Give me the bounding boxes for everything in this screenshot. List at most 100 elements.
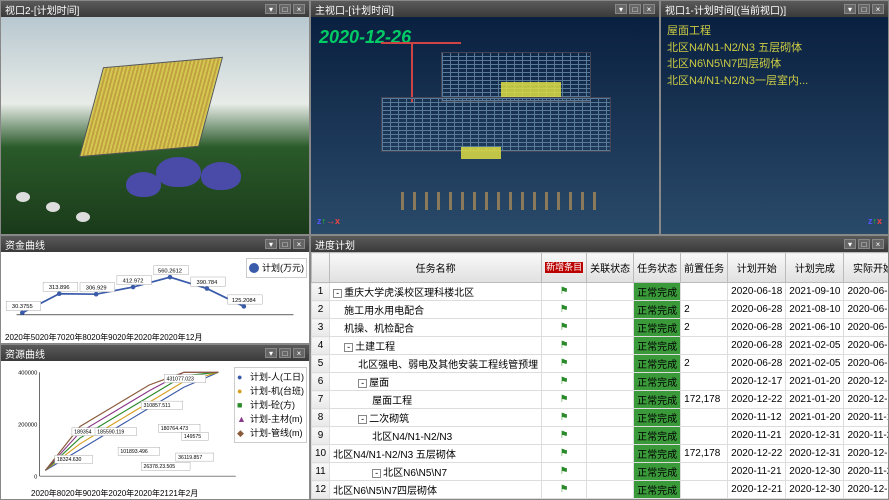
viewport-3d[interactable] [1,17,309,234]
close-icon[interactable]: × [872,4,884,14]
maximize-icon[interactable]: □ [279,4,291,14]
close-icon[interactable]: × [293,239,305,249]
panel-header[interactable]: 视口1-计划时间[(当前视口)] ▾ □ × [661,1,888,17]
tree-toggle-icon[interactable]: - [358,415,367,424]
task-status: 正常完成 [634,481,681,499]
table-row[interactable]: 12北区N6\N5\N7四层砌体⚑正常完成2020-12-212020-12-3… [312,481,889,499]
schedule-panel: 进度计划 ▾ □ × 任务名称新增条目关联状态任务状态前置任务计划开始计划完成实… [310,235,889,500]
maximize-icon[interactable]: □ [279,348,291,358]
tree-toggle-icon[interactable]: - [333,289,342,298]
axis-gizmo-icon[interactable]: z↑x [868,216,882,226]
task-status: 正常完成 [634,463,681,481]
table-row[interactable]: 4-土建工程⚑正常完成2020-06-282021-02-052020-06-2… [312,337,889,355]
task-name: 机操、机检配合 [330,319,542,337]
fund-chart[interactable]: 30.3755313.896306.929412.972560.2612390.… [1,252,309,343]
date-cell: 2 [681,355,728,373]
date-cell: 2021-09-10 [786,283,844,301]
col-header[interactable]: 新增条目 [542,253,587,283]
col-header[interactable]: 任务名称 [330,253,542,283]
pin-icon[interactable]: ▾ [615,4,627,14]
close-icon[interactable]: × [293,348,305,358]
add-item-button[interactable]: 新增条目 [545,262,583,274]
col-header[interactable]: 前置任务 [681,253,728,283]
col-header[interactable]: 计划完成 [786,253,844,283]
flag-icon: ⚑ [560,394,569,405]
svg-text:400000: 400000 [18,371,37,377]
date-cell: 2020-06-28 [728,337,786,355]
table-row[interactable]: 9北区N4/N1-N2/N3⚑正常完成2020-11-212020-12-312… [312,427,889,445]
pin-icon[interactable]: ▾ [265,4,277,14]
row-index: 6 [312,373,330,391]
task-name: -二次砌筑 [330,409,542,427]
panel-header[interactable]: 资源曲线 ▾ □ × [1,345,309,361]
dish-model [16,192,30,202]
table-row[interactable]: 11-北区N6\N5\N7⚑正常完成2020-11-212020-12-3020… [312,463,889,481]
table-row[interactable]: 5北区强电、弱电及其他安装工程线管预埋⚑正常完成22020-06-282021-… [312,355,889,373]
maximize-icon[interactable]: □ [858,239,870,249]
date-cell: 2020-11-21 [728,463,786,481]
pin-icon[interactable]: ▾ [265,348,277,358]
date-cell: 2020-11-12 [844,409,888,427]
pin-icon[interactable]: ▾ [844,4,856,14]
panel-header[interactable]: 视口2-[计划时间] ▾ □ × [1,1,309,17]
date-cell: 2020-06-28 [728,319,786,337]
panel-header[interactable]: 进度计划 ▾ □ × [311,236,888,252]
date-stamp: 2020-12-26 [319,27,411,48]
table-row[interactable]: 10北区N4/N1-N2/N3 五层砌体⚑正常完成172,1782020-12-… [312,445,889,463]
task-name: 北区N4/N1-N2/N3 [330,427,542,445]
x-axis-label: 2020年5020年7020年8020年9020年2020年2020年12月 [5,332,202,343]
flag-icon: ⚑ [560,412,569,423]
row-index: 12 [312,481,330,499]
date-cell: 172,178 [681,391,728,409]
col-header[interactable]: 计划开始 [728,253,786,283]
table-row[interactable]: 1-重庆大学虎溪校区理科楼北区⚑正常完成2020-06-182021-09-10… [312,283,889,301]
col-header[interactable]: 关联状态 [587,253,634,283]
close-icon[interactable]: × [293,4,305,14]
table-row[interactable]: 8-二次砌筑⚑正常完成2020-11-122021-01-202020-11-1… [312,409,889,427]
table-row[interactable]: 6-屋面⚑正常完成2020-12-172021-01-202020-12-172… [312,373,889,391]
legend-item: ●计划-机(台班) [237,384,304,397]
link-status [587,283,634,301]
panel-header[interactable]: 主视口-[计划时间] ▾ □ × [311,1,659,17]
table-row[interactable]: 3机操、机检配合⚑正常完成22020-06-282021-06-102020-0… [312,319,889,337]
col-header[interactable]: 任务状态 [634,253,681,283]
link-status [587,409,634,427]
table-row[interactable]: 2施工用水用电配合⚑正常完成22020-06-282021-08-102020-… [312,301,889,319]
axis-gizmo-icon[interactable]: z↑→x [317,216,340,226]
tree-toggle-icon[interactable]: - [358,379,367,388]
date-cell: 2021-06-10 [786,319,844,337]
table-row[interactable]: 7屋面工程⚑正常完成172,1782020-12-222021-01-20202… [312,391,889,409]
maximize-icon[interactable]: □ [279,239,291,249]
date-cell: 2020-11-21 [844,463,888,481]
flag-icon: ⚑ [560,358,569,369]
schedule-table[interactable]: 任务名称新增条目关联状态任务状态前置任务计划开始计划完成实际开始实际完成 1-重… [311,252,888,499]
crane-icon [411,42,413,102]
pin-icon[interactable]: ▾ [265,239,277,249]
link-status [587,319,634,337]
flag-cell: ⚑ [542,283,587,301]
maximize-icon[interactable]: □ [858,4,870,14]
task-name: 北区强电、弱电及其他安装工程线管预埋 [330,355,542,373]
x-axis-label: 2020年8020年9020年2020年2020年2121年2月 [31,488,198,499]
date-cell: 2020-06-28 [844,337,888,355]
date-cell: 2021-02-05 [786,337,844,355]
date-cell: 2021-01-20 [786,373,844,391]
maximize-icon[interactable]: □ [629,4,641,14]
dish-model [76,212,90,222]
col-header[interactable] [312,253,330,283]
col-header[interactable]: 实际开始 [844,253,888,283]
panel-title: 进度计划 [315,237,355,252]
close-icon[interactable]: × [643,4,655,14]
viewport-3d[interactable]: 屋面工程北区N4/N1-N2/N3 五层砌体北区N6\N5\N7四层砌体北区N4… [661,17,888,234]
date-cell: 2021-01-20 [786,409,844,427]
tree-toggle-icon[interactable]: - [344,343,353,352]
link-status [587,481,634,499]
pin-icon[interactable]: ▾ [844,239,856,249]
tree-toggle-icon[interactable]: - [372,469,381,478]
svg-text:560.2612: 560.2612 [158,269,182,275]
date-cell: 2020-12-22 [844,391,888,409]
close-icon[interactable]: × [872,239,884,249]
viewport-3d[interactable]: 2020-12-26 z↑→x [311,17,659,234]
panel-header[interactable]: 资金曲线 ▾ □ × [1,236,309,252]
resource-chart[interactable]: 0200000400000431077.023310857.5111893541… [1,361,309,499]
